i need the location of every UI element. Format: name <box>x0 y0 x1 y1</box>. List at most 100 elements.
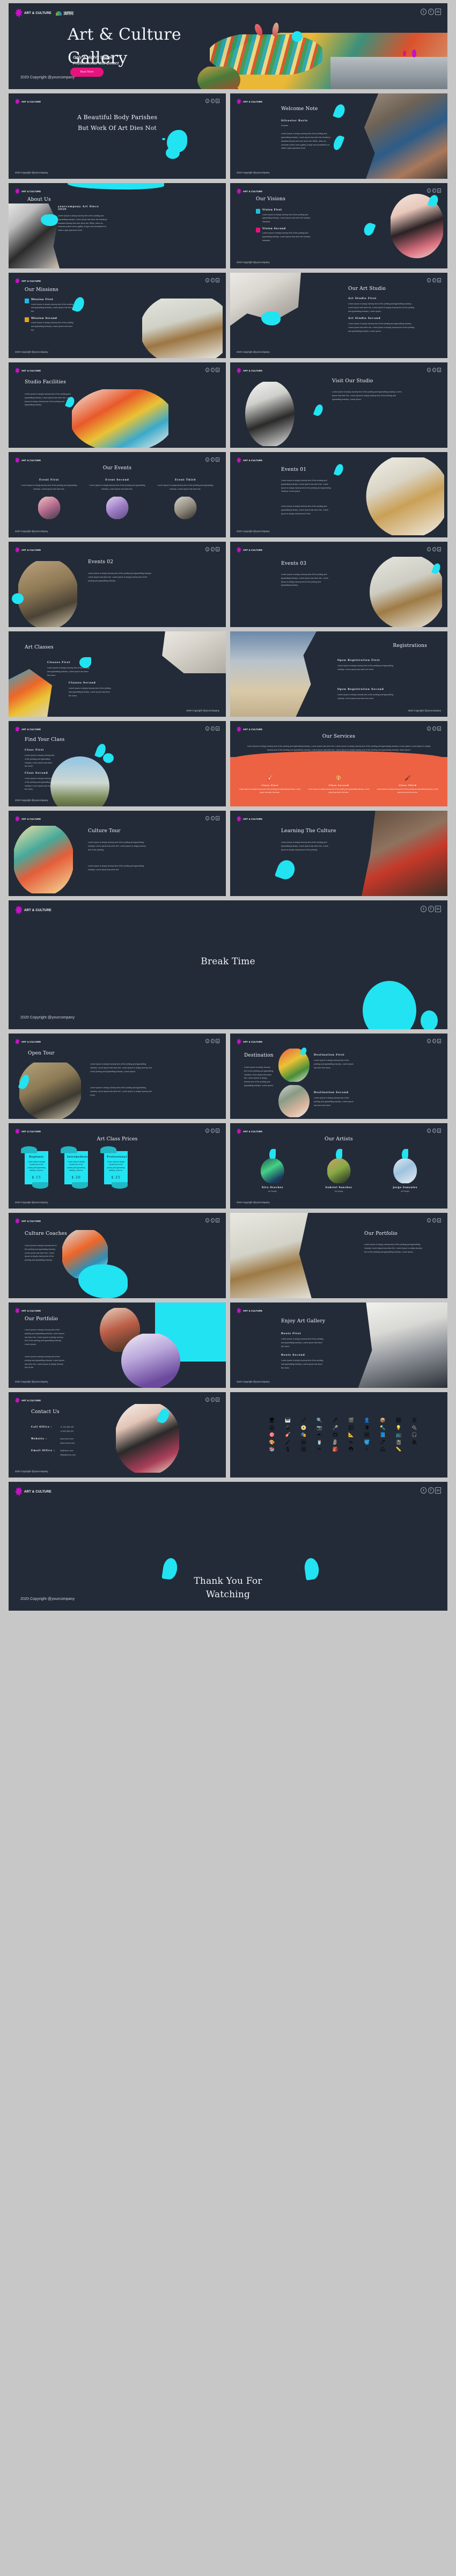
slide-break-time[interactable]: ART & CULTURE t f in Break Time 2020 Cop… <box>9 900 447 1029</box>
icon-crayon-icon[interactable]: 🖍 <box>297 1418 310 1423</box>
brand-logo[interactable]: ART & CULTURE <box>237 457 262 463</box>
contact-website-2[interactable]: www.xxxxx2.com <box>60 1442 75 1446</box>
facebook-icon[interactable]: f <box>210 1398 215 1402</box>
linkedin-icon[interactable]: in <box>437 188 441 193</box>
facebook-icon[interactable]: f <box>432 1129 436 1133</box>
slide-culture-coaches[interactable]: ART & CULTURE t f in Culture Coaches Lor… <box>9 1213 226 1298</box>
slide-icon-pack[interactable]: 🖥 🎹 🖍 🔍 🖊 🎬 👤 📦 🎛 🎚 🖨 📱 📀 📷 🎤 🗄 🛡 🔦 💡 🔌 … <box>230 1392 447 1478</box>
slide-contact-us[interactable]: ART & CULTURE t f in Contact Us Call Off… <box>9 1392 226 1478</box>
icon-cup-icon[interactable]: 🥤 <box>313 1439 326 1445</box>
linkedin-icon[interactable]: in <box>216 1039 219 1043</box>
linkedin-icon[interactable]: in <box>437 1129 441 1133</box>
icon-roller-icon[interactable]: 🖌 <box>282 1439 295 1445</box>
twitter-icon[interactable]: t <box>205 1039 209 1043</box>
icon-pen-icon[interactable]: 🖊 <box>329 1418 342 1423</box>
social-links[interactable]: t f in <box>427 1218 441 1222</box>
brand-logo[interactable]: ART & CULTURE <box>237 368 262 374</box>
brand-logo[interactable]: ART & CULTURE <box>15 1487 52 1496</box>
brand-logo[interactable]: ART & CULTURE <box>15 368 41 374</box>
twitter-icon[interactable]: t <box>205 1129 209 1133</box>
social-links[interactable]: t f in <box>205 457 219 462</box>
facebook-icon[interactable]: f <box>210 1218 215 1222</box>
icon-camera-icon[interactable]: 📷 <box>313 1425 326 1430</box>
facebook-icon[interactable]: f <box>210 1039 215 1043</box>
twitter-icon[interactable]: t <box>421 9 426 15</box>
linkedin-icon[interactable]: in <box>437 278 441 282</box>
twitter-icon[interactable]: t <box>205 726 209 731</box>
slide-open-tour[interactable]: ART & CULTURE t f in Open Tour Lorem Ips… <box>9 1034 226 1119</box>
social-links[interactable]: t f in <box>205 1218 219 1222</box>
contact-website-1[interactable]: www.xxxxx.com <box>60 1437 75 1442</box>
linkedin-icon[interactable]: in <box>437 547 441 551</box>
icon-screen-icon[interactable]: 📺 <box>392 1432 405 1437</box>
facebook-icon[interactable]: f <box>210 547 215 551</box>
twitter-icon[interactable]: t <box>205 1398 209 1402</box>
icon-cabinet-icon[interactable]: 🗄 <box>345 1425 358 1430</box>
social-links[interactable]: t f in <box>421 906 441 912</box>
artist-card[interactable]: Nira Orochez Art Design <box>242 1149 303 1192</box>
slide-enjoy-art-gallery[interactable]: ART & CULTURE Enjoy Art Gallery Boots Fi… <box>230 1302 447 1388</box>
twitter-icon[interactable]: t <box>205 99 209 103</box>
icon-shield-icon[interactable]: 🛡 <box>361 1425 373 1430</box>
icon-marker-icon[interactable]: 🖋 <box>377 1439 389 1445</box>
social-links[interactable]: t f in <box>427 1039 441 1043</box>
slide-our-events[interactable]: ART & CULTURE t f in Our Events Event Fi… <box>9 452 226 537</box>
facebook-icon[interactable]: f <box>432 1218 436 1222</box>
social-links[interactable]: t f in <box>427 726 441 731</box>
icon-clapper-icon[interactable]: 🎬 <box>345 1418 358 1423</box>
linkedin-icon[interactable]: in <box>216 278 219 282</box>
icon-rule-icon[interactable]: 📏 <box>392 1447 405 1452</box>
icon-palette-icon[interactable]: 🎨 <box>266 1439 278 1445</box>
facebook-icon[interactable]: f <box>432 188 436 193</box>
brand-logo[interactable]: ART & CULTURE <box>15 547 41 553</box>
slide-our-services[interactable]: ART & CULTURE t f in Our Services Lorem … <box>230 721 447 806</box>
slide-studio-facilities[interactable]: ART & CULTURE t f in Studio Facilities L… <box>9 362 226 448</box>
linkedin-icon[interactable]: in <box>216 1218 219 1222</box>
slide-cover[interactable]: ART & CULTURE 演界网 t f in Art & Culture G… <box>9 3 447 89</box>
linkedin-icon[interactable]: in <box>437 1218 441 1222</box>
facebook-icon[interactable]: f <box>210 1129 215 1133</box>
linkedin-icon[interactable]: in <box>435 9 441 15</box>
brand-logo[interactable]: ART & CULTURE <box>15 1308 41 1314</box>
icon-piano-icon[interactable]: 🎹 <box>282 1418 295 1423</box>
twitter-icon[interactable]: t <box>427 1218 431 1222</box>
brand-logo[interactable]: ART & CULTURE <box>15 816 41 822</box>
icon-box-icon[interactable]: 📦 <box>377 1418 389 1423</box>
pricing-card-intermediate[interactable]: Intermediate Lorem Ipsum is simply dummy… <box>61 1146 88 1189</box>
icon-mask-icon[interactable]: 🎭 <box>297 1432 310 1437</box>
facebook-icon[interactable]: f <box>432 1039 436 1043</box>
secondary-brand-logo[interactable]: 演界网 <box>56 11 73 16</box>
slide-about-us[interactable]: ART & CULTURE About Us yourcompany Art S… <box>9 183 226 268</box>
icon-bag-icon[interactable]: 🎒 <box>329 1447 342 1452</box>
slide-find-your-class[interactable]: ART & CULTURE t f in Find Your Class Cla… <box>9 721 226 806</box>
twitter-icon[interactable]: t <box>421 1487 426 1494</box>
linkedin-icon[interactable]: in <box>437 726 441 731</box>
icon-book-icon[interactable]: 📘 <box>377 1432 389 1437</box>
twitter-icon[interactable]: t <box>427 1129 431 1133</box>
social-links[interactable]: t f in <box>427 547 441 551</box>
brand-logo[interactable]: ART & CULTURE <box>15 278 41 284</box>
icon-books-icon[interactable]: 📚 <box>266 1447 278 1452</box>
social-links[interactable]: t f in <box>427 278 441 282</box>
facebook-icon[interactable]: f <box>210 457 215 462</box>
social-links[interactable]: t f in <box>421 9 441 15</box>
brand-logo[interactable]: ART & CULTURE <box>237 1039 262 1045</box>
social-links[interactable]: t f in <box>427 188 441 193</box>
icon-candle-icon[interactable]: 🕯 <box>361 1447 373 1452</box>
facebook-icon[interactable]: f <box>432 278 436 282</box>
brand-logo[interactable]: ART & CULTURE <box>237 99 262 105</box>
twitter-icon[interactable]: t <box>205 278 209 282</box>
social-links[interactable]: t f in <box>205 1398 219 1402</box>
brand-logo[interactable]: ART & CULTURE <box>15 9 52 18</box>
slide-culture-tour[interactable]: ART & CULTURE t f in Culture Tour Lorem … <box>9 811 226 896</box>
facebook-icon[interactable]: f <box>428 1487 434 1494</box>
icon-canvas-icon[interactable]: 🖼 <box>297 1447 310 1452</box>
slide-events-03[interactable]: ART & CULTURE t f in Events 03 Lorem Ips… <box>230 542 447 627</box>
icon-ruler-icon[interactable]: 📐 <box>345 1432 358 1437</box>
twitter-icon[interactable]: t <box>421 906 426 912</box>
social-links[interactable]: t f in <box>205 278 219 282</box>
icon-easel-icon[interactable]: 🖼 <box>297 1439 310 1445</box>
social-links[interactable]: t f in <box>205 368 219 372</box>
icon-mouse-icon[interactable]: 🖲 <box>345 1447 358 1452</box>
twitter-icon[interactable]: t <box>205 1218 209 1222</box>
